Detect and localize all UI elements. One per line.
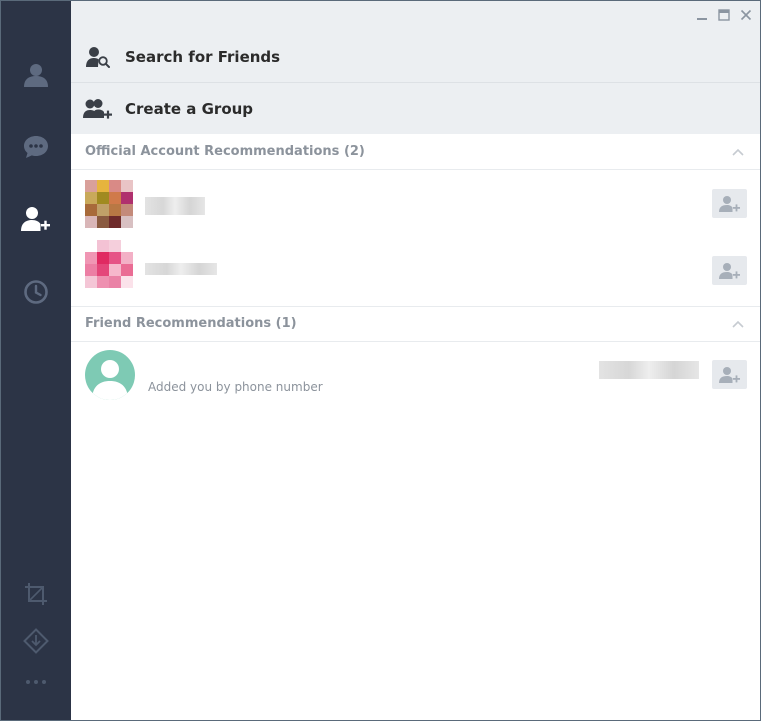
collapse-official-button[interactable] — [730, 144, 746, 160]
sidebar-item-profile[interactable] — [1, 50, 71, 100]
avatar — [85, 350, 135, 400]
friend-recommendations-header: Friend Recommendations (1) — [71, 306, 760, 342]
avatar — [85, 180, 133, 228]
profile-icon — [24, 64, 48, 87]
maximize-icon — [718, 9, 730, 21]
chat-icon — [24, 136, 48, 158]
add-contact-button[interactable] — [712, 360, 747, 389]
create-group-button[interactable]: Create a Group — [71, 83, 760, 134]
add-friend-icon — [718, 366, 740, 383]
official-recommendations-header: Official Account Recommendations (2) — [71, 134, 760, 170]
app-window: Search for Friends Create a Group Offici… — [0, 0, 761, 721]
search-friends-label: Search for Friends — [125, 47, 281, 66]
sidebar — [1, 1, 71, 720]
main-panel: Search for Friends Create a Group Offici… — [71, 1, 760, 720]
add-friend-icon — [21, 207, 50, 231]
section-title: Friend Recommendations (1) — [85, 316, 297, 331]
add-contact-button[interactable] — [712, 189, 747, 218]
more-icon — [26, 680, 46, 684]
screenshot-icon — [25, 583, 47, 605]
close-icon — [740, 9, 752, 21]
create-group-label: Create a Group — [125, 99, 254, 118]
close-button[interactable] — [738, 7, 754, 23]
section-title: Official Account Recommendations (2) — [85, 144, 365, 159]
sidebar-item-screenshot[interactable] — [1, 569, 71, 619]
collapse-friends-button[interactable] — [730, 316, 746, 332]
title-bar — [71, 1, 760, 31]
contact-name-blurred — [145, 197, 205, 215]
contact-name-blurred — [145, 263, 217, 275]
sidebar-item-contacts[interactable] — [1, 194, 71, 244]
minimize-button[interactable] — [694, 7, 710, 23]
chevron-up-icon — [732, 148, 744, 156]
search-friends-button[interactable]: Search for Friends — [71, 31, 760, 82]
sidebar-item-chats[interactable] — [1, 122, 71, 172]
contact-name-blurred — [599, 361, 699, 379]
list-item[interactable] — [71, 171, 760, 237]
list-item[interactable] — [71, 237, 760, 303]
history-icon — [24, 280, 48, 304]
maximize-button[interactable] — [716, 7, 732, 23]
add-contact-button[interactable] — [712, 256, 747, 285]
create-group-icon — [83, 98, 112, 119]
search-user-icon — [86, 46, 110, 68]
add-friend-icon — [718, 195, 740, 212]
chevron-up-icon — [732, 320, 744, 328]
sidebar-item-history[interactable] — [1, 267, 71, 317]
download-icon — [23, 628, 49, 654]
default-avatar-icon — [92, 360, 128, 400]
sidebar-item-more[interactable] — [1, 657, 71, 707]
minimize-icon — [697, 18, 707, 20]
window-controls — [694, 7, 754, 23]
add-friend-icon — [718, 262, 740, 279]
list-item[interactable]: Added you by phone number — [71, 343, 760, 409]
avatar — [85, 240, 133, 288]
recommendation-reason: Added you by phone number — [148, 380, 323, 394]
